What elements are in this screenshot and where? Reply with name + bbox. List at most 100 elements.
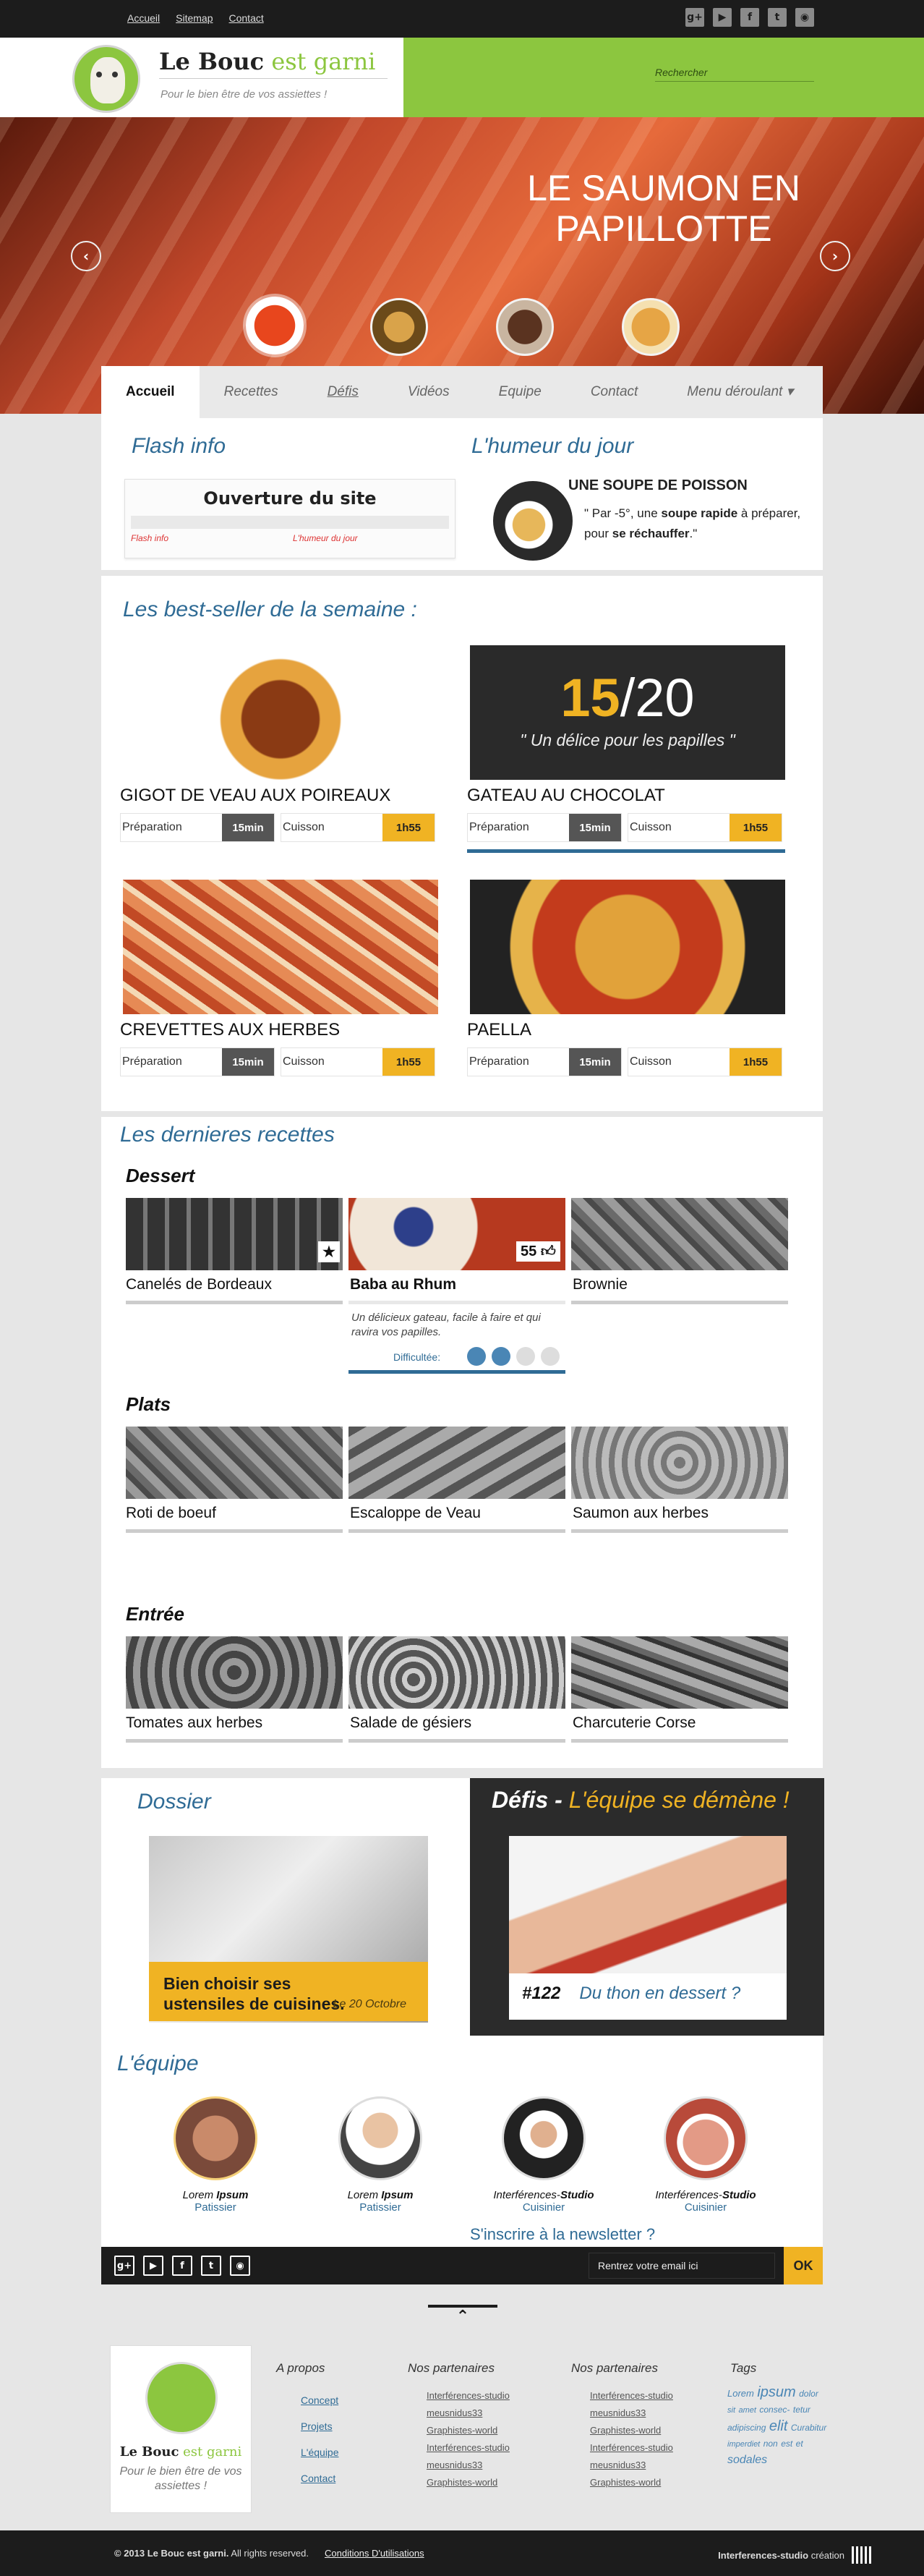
bestseller-image-1[interactable]: [123, 645, 438, 780]
top-link-accueil[interactable]: Accueil: [127, 12, 160, 24]
prev-arrow-icon[interactable]: ‹: [71, 241, 101, 271]
recipe-name-saumon[interactable]: Saumon aux herbes: [573, 1505, 709, 1522]
credit[interactable]: Interferences-studio création: [718, 2546, 873, 2564]
tag[interactable]: sit: [727, 2406, 735, 2415]
bestseller-name-1[interactable]: GIGOT DE VEAU AUX POIREAUX: [120, 786, 390, 806]
dossier-caption[interactable]: Bien choisir ses ustensiles de cuisines.…: [149, 1962, 428, 2021]
tag[interactable]: sodales: [727, 2454, 767, 2466]
recipe-image-roti[interactable]: [126, 1427, 343, 1499]
slider-thumb-3[interactable]: [496, 298, 554, 356]
slider-thumb-2[interactable]: [370, 298, 428, 356]
recipe-image-salade[interactable]: [348, 1636, 565, 1709]
ok-button[interactable]: OK: [784, 2247, 823, 2284]
email-field[interactable]: [589, 2253, 775, 2279]
next-arrow-icon[interactable]: ›: [820, 241, 850, 271]
bestseller-name-3[interactable]: CREVETTES AUX HERBES: [120, 1020, 340, 1040]
youtube-icon[interactable]: ▶: [143, 2256, 163, 2276]
footer-link[interactable]: L'équipe: [301, 2439, 339, 2465]
recipe-image-escaloppe[interactable]: [348, 1427, 565, 1499]
nav-videos[interactable]: Vidéos: [383, 366, 474, 418]
nav-defis[interactable]: Défis: [303, 366, 383, 418]
recipe-name-salade[interactable]: Salade de gésiers: [350, 1714, 471, 1732]
brand-name[interactable]: Le Bouc est garni: [159, 48, 375, 75]
team-member[interactable]: Lorem Ipsum Patissier: [143, 2096, 288, 2214]
newsletter-label[interactable]: S'inscrire à la newsletter ?: [470, 2225, 655, 2244]
conditions-link[interactable]: Conditions D'utilisations: [325, 2548, 424, 2559]
twitter-icon[interactable]: t: [768, 8, 787, 27]
bestseller-image-2[interactable]: 15/20 " Un délice pour les papilles ": [470, 645, 785, 780]
nav-contact[interactable]: Contact: [566, 366, 662, 418]
tag[interactable]: Lorem: [727, 2388, 754, 2399]
recipe-name-brownie[interactable]: Brownie: [573, 1276, 628, 1293]
tag[interactable]: et: [796, 2439, 803, 2449]
footer-link[interactable]: meusnidus33: [590, 2405, 673, 2422]
recipe-name-charcuterie[interactable]: Charcuterie Corse: [573, 1714, 696, 1732]
google-plus-icon[interactable]: g+: [114, 2256, 134, 2276]
soup-image[interactable]: [493, 481, 573, 561]
footer-link[interactable]: meusnidus33: [427, 2405, 510, 2422]
youtube-icon[interactable]: ▶: [713, 8, 732, 27]
tag[interactable]: est: [781, 2439, 792, 2449]
facebook-icon[interactable]: f: [740, 8, 759, 27]
scroll-top-icon[interactable]: ⌃: [428, 2305, 497, 2329]
footer-link[interactable]: Graphistes-world: [590, 2422, 673, 2439]
soup-title[interactable]: UNE SOUPE DE POISSON: [568, 477, 748, 494]
tag[interactable]: ipsum: [757, 2384, 795, 2400]
recipe-name-roti[interactable]: Roti de boeuf: [126, 1505, 216, 1522]
nav-accueil[interactable]: Accueil: [101, 366, 200, 418]
rss-icon[interactable]: ◉: [795, 8, 814, 27]
recipe-name-baba[interactable]: Baba au Rhum: [350, 1276, 456, 1293]
recipe-name-tomates[interactable]: Tomates aux herbes: [126, 1714, 262, 1732]
search-input[interactable]: [655, 64, 814, 82]
footer-link[interactable]: Interférences-studio: [590, 2439, 673, 2457]
footer-link[interactable]: Graphistes-world: [427, 2474, 510, 2491]
top-link-contact[interactable]: Contact: [229, 12, 264, 24]
bestseller-image-4[interactable]: [470, 880, 785, 1014]
goat-logo-icon[interactable]: [72, 45, 140, 113]
rss-icon[interactable]: ◉: [230, 2256, 250, 2276]
nav-equipe[interactable]: Equipe: [474, 366, 566, 418]
footer-link[interactable]: meusnidus33: [590, 2457, 673, 2474]
flash-box[interactable]: Ouverture du site Flash info L'humeur du…: [124, 479, 455, 558]
footer-link[interactable]: Interférences-studio: [427, 2439, 510, 2457]
recipe-image-tomates[interactable]: [126, 1636, 343, 1709]
footer-link[interactable]: Concept: [301, 2387, 339, 2413]
bestseller-name-2[interactable]: GATEAU AU CHOCOLAT: [467, 786, 665, 806]
recipe-image-canneles[interactable]: [126, 1198, 343, 1270]
tag[interactable]: dolor: [799, 2389, 818, 2399]
team-member[interactable]: Interférences-Studio Cuisinier: [471, 2096, 616, 2214]
tag[interactable]: amet: [738, 2406, 756, 2415]
google-plus-icon[interactable]: g+: [685, 8, 704, 27]
slider-thumb-4[interactable]: [622, 298, 680, 356]
tag[interactable]: Curabitur: [791, 2423, 826, 2433]
slider-thumb-1[interactable]: [246, 297, 304, 354]
recipe-image-charcuterie[interactable]: [571, 1636, 788, 1709]
defis-image[interactable]: [509, 1836, 787, 1973]
recipe-name-canneles[interactable]: Canelés de Bordeaux: [126, 1276, 272, 1293]
top-link-sitemap[interactable]: Sitemap: [176, 12, 213, 24]
team-member[interactable]: Interférences-Studio Cuisinier: [633, 2096, 778, 2214]
tag[interactable]: adipiscing: [727, 2423, 766, 2433]
footer-link[interactable]: Graphistes-world: [427, 2422, 510, 2439]
tag[interactable]: tetur: [793, 2405, 810, 2415]
star-icon[interactable]: ★: [318, 1241, 340, 1262]
team-member[interactable]: Lorem Ipsum Patissier: [308, 2096, 453, 2214]
footer-link[interactable]: Interférences-studio: [427, 2387, 510, 2405]
nav-dropdown[interactable]: Menu déroulant ▾: [662, 366, 818, 418]
twitter-icon[interactable]: t: [201, 2256, 221, 2276]
facebook-icon[interactable]: f: [172, 2256, 192, 2276]
footer-link[interactable]: Interférences-studio: [590, 2387, 673, 2405]
bestseller-image-3[interactable]: [123, 880, 438, 1014]
defis-caption[interactable]: #122 Du thon en dessert ?: [509, 1973, 787, 2020]
tag[interactable]: imperdiet: [727, 2440, 760, 2449]
bestseller-name-4[interactable]: PAELLA: [467, 1020, 531, 1040]
tag[interactable]: elit: [769, 2418, 788, 2434]
footer-link[interactable]: meusnidus33: [427, 2457, 510, 2474]
footer-link[interactable]: Projets: [301, 2413, 339, 2439]
footer-link[interactable]: Contact: [301, 2465, 339, 2491]
tag[interactable]: non: [763, 2439, 778, 2449]
tag[interactable]: consec-: [759, 2405, 790, 2415]
likes-badge[interactable]: 55 👍︎: [516, 1241, 560, 1262]
recipe-image-brownie[interactable]: [571, 1198, 788, 1270]
recipe-image-saumon[interactable]: [571, 1427, 788, 1499]
